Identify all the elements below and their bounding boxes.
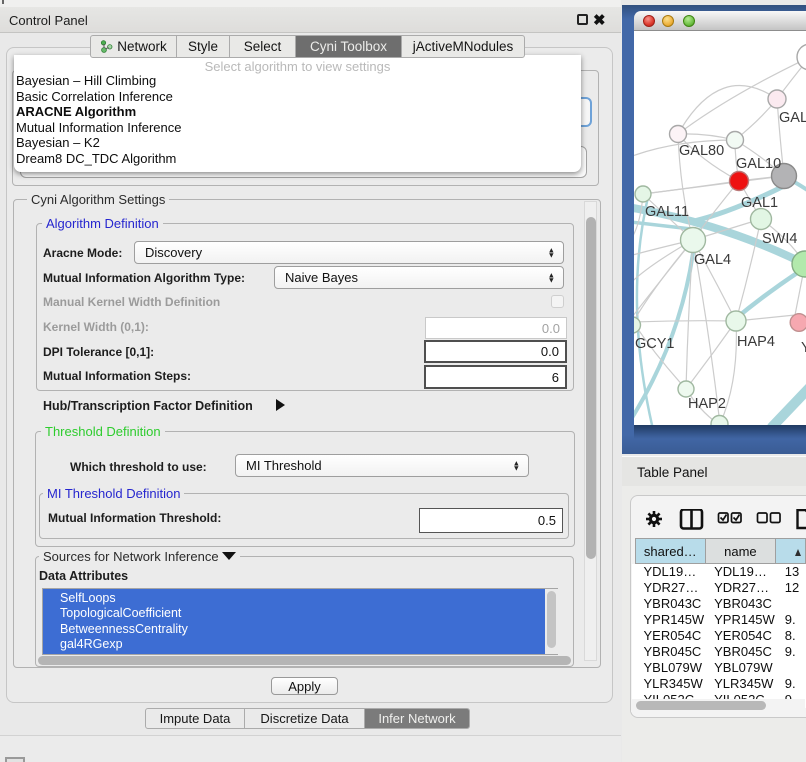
svg-text:GAL11: GAL11 bbox=[645, 204, 689, 220]
svg-text:GAL80: GAL80 bbox=[679, 143, 724, 159]
svg-text:GAL1: GAL1 bbox=[741, 195, 778, 211]
svg-text:SWI4: SWI4 bbox=[762, 231, 797, 247]
svg-text:GAL2: GAL2 bbox=[779, 110, 806, 126]
svg-text:GCY1: GCY1 bbox=[635, 336, 675, 352]
svg-text:GAL4: GAL4 bbox=[694, 252, 731, 268]
svg-text:Y: Y bbox=[801, 340, 806, 356]
svg-text:GAL10: GAL10 bbox=[736, 156, 781, 172]
svg-text:HAP4: HAP4 bbox=[737, 334, 775, 350]
svg-text:HAP2: HAP2 bbox=[688, 396, 726, 412]
